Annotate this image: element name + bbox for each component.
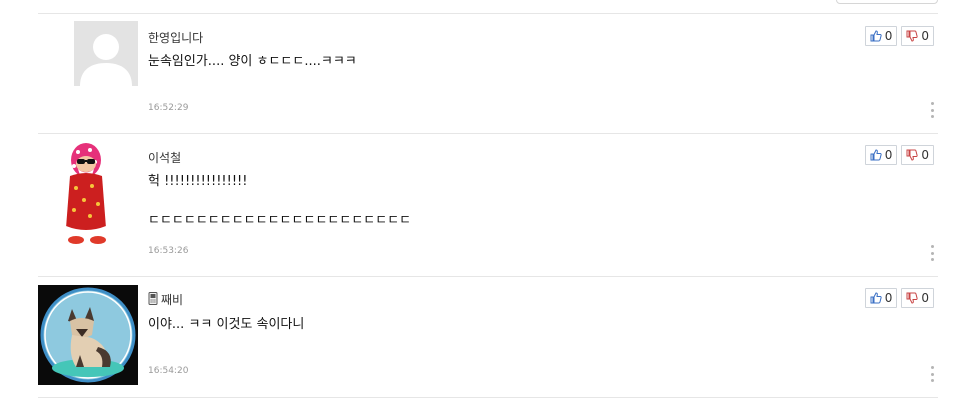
comment-item: 한영입니다 눈속임인가.... 양이 ㅎㄷㄷㄷ....ㅋㅋㅋ 16:52:29 … bbox=[38, 14, 938, 133]
dislike-button[interactable]: 0 bbox=[901, 26, 934, 46]
mobile-phone-icon bbox=[148, 291, 158, 308]
comment-time: 16:53:26 bbox=[148, 246, 189, 256]
like-count: 0 bbox=[884, 29, 893, 43]
thumbs-up-icon bbox=[870, 292, 882, 304]
thumbs-down-icon bbox=[906, 292, 919, 304]
more-options-icon[interactable] bbox=[928, 102, 936, 118]
dislike-count: 0 bbox=[921, 291, 929, 305]
comment-author[interactable]: 한영입니다 bbox=[148, 29, 203, 46]
vote-group: 0 0 bbox=[864, 26, 934, 46]
comment-author[interactable]: 이석철 bbox=[148, 149, 181, 166]
author-name[interactable]: 한영입니다 bbox=[148, 29, 203, 46]
thumbs-up-icon bbox=[870, 30, 882, 42]
cat-photo-avatar[interactable] bbox=[38, 285, 138, 385]
vote-group: 0 0 bbox=[864, 288, 934, 308]
like-count: 0 bbox=[884, 148, 893, 162]
default-user-icon[interactable] bbox=[74, 21, 138, 86]
dislike-button[interactable]: 0 bbox=[901, 288, 934, 308]
comment-time: 16:54:20 bbox=[148, 366, 189, 376]
like-count: 0 bbox=[884, 291, 893, 305]
like-button[interactable]: 0 bbox=[864, 288, 898, 308]
author-name[interactable]: 째비 bbox=[161, 291, 183, 308]
more-options-icon[interactable] bbox=[928, 245, 936, 261]
comment-time: 16:52:29 bbox=[148, 103, 189, 113]
comment-text: 헉 !!!!!!!!!!!!!!!! ㄷㄷㄷㄷㄷㄷㄷㄷㄷㄷㄷㄷㄷㄷㄷㄷㄷㄷㄷㄷㄷ… bbox=[148, 174, 412, 228]
dislike-count: 0 bbox=[921, 148, 929, 162]
like-button[interactable]: 0 bbox=[864, 145, 898, 165]
comment-text: 눈속임인가.... 양이 ㅎㄷㄷㄷ....ㅋㅋㅋ bbox=[148, 54, 357, 69]
thumbs-up-icon bbox=[870, 149, 882, 161]
dislike-count: 0 bbox=[921, 29, 929, 43]
like-button[interactable]: 0 bbox=[864, 26, 898, 46]
vote-group: 0 0 bbox=[864, 145, 934, 165]
dislike-button[interactable]: 0 bbox=[901, 145, 934, 165]
comment-text: 이야... ㅋㅋ 이것도 속이다니 bbox=[148, 317, 305, 332]
top-control-stub[interactable] bbox=[836, 0, 938, 4]
comment-item: 이석철 헉 !!!!!!!!!!!!!!!! ㄷㄷㄷㄷㄷㄷㄷㄷㄷㄷㄷㄷㄷㄷㄷㄷㄷ… bbox=[38, 134, 938, 276]
pixel-character-avatar[interactable] bbox=[62, 140, 114, 244]
author-name[interactable]: 이석철 bbox=[148, 149, 181, 166]
thumbs-down-icon bbox=[906, 149, 919, 161]
comment-item: 째비 이야... ㅋㅋ 이것도 속이다니 16:54:20 0 0 bbox=[38, 277, 938, 397]
divider bbox=[38, 397, 938, 398]
comment-author[interactable]: 째비 bbox=[148, 291, 183, 308]
more-options-icon[interactable] bbox=[928, 366, 936, 382]
thumbs-down-icon bbox=[906, 30, 919, 42]
